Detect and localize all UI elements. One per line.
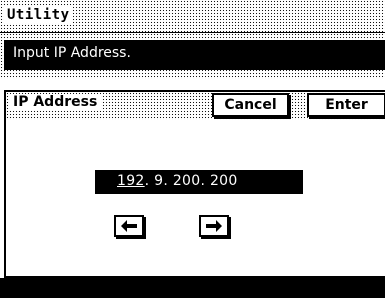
ip-active-octet: 192 <box>117 173 145 189</box>
ip-remaining-octets: . 9. 200. 200 <box>144 173 238 189</box>
enter-button[interactable]: Enter <box>307 93 385 117</box>
window-title: Utility <box>4 7 73 23</box>
message-frame: Input IP Address. <box>0 33 385 79</box>
right-arrow-button[interactable] <box>199 215 229 237</box>
title-bar: Utility <box>0 0 385 33</box>
left-arrow-button[interactable] <box>114 215 144 237</box>
right-arrow-icon <box>206 220 222 232</box>
instruction-message: Input IP Address. <box>4 40 385 70</box>
panel-title: IP Address <box>10 94 102 110</box>
left-arrow-icon <box>121 220 137 232</box>
bottom-bar <box>0 278 385 298</box>
ip-address-input[interactable]: 192. 9. 200. 200 <box>95 170 303 194</box>
panel-header: IP Address Cancel Enter <box>6 92 385 120</box>
cancel-button[interactable]: Cancel <box>212 93 289 117</box>
ip-address-panel: IP Address Cancel Enter 192. 9. 200. 200 <box>4 90 385 278</box>
